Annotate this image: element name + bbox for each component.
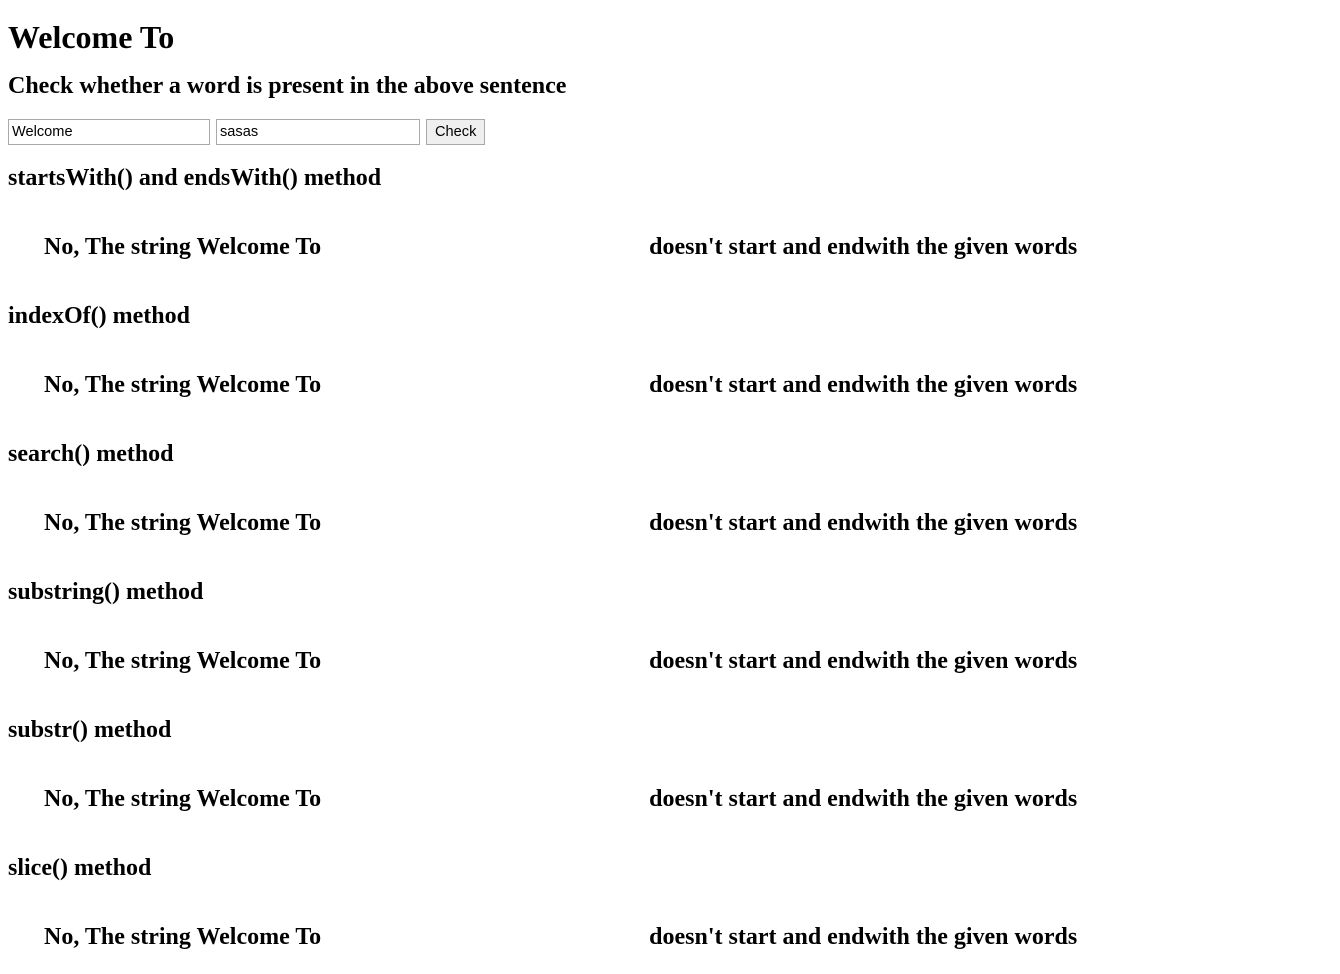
result-right-text: doesn't start and endwith the given word… — [649, 648, 1078, 674]
result-left-text: No, The string Welcome To — [44, 924, 322, 950]
result-left-text: No, The string Welcome To — [44, 234, 322, 260]
result-right-text: doesn't start and endwith the given word… — [649, 372, 1078, 398]
result-row: No, The string Welcome To doesn't start a… — [8, 763, 1332, 835]
result-row: No, The string Welcome To doesn't start a… — [8, 487, 1332, 559]
result-left-text: No, The string Welcome To — [44, 648, 322, 674]
result-row: No, The string Welcome To doesn't start a… — [8, 211, 1332, 283]
page-root: Welcome To Check whether a word is prese… — [0, 0, 1340, 973]
page-title: Welcome To — [8, 19, 175, 55]
result-right-text: doesn't start and endwith the given word… — [649, 234, 1078, 260]
method-heading-search: search() method — [8, 441, 174, 467]
check-form: Check — [8, 119, 1332, 145]
method-heading-startswith-endswith: startsWith() and endsWith() method — [8, 165, 382, 191]
word-input-primary[interactable] — [8, 119, 210, 145]
result-row: No, The string Welcome To doesn't start a… — [8, 625, 1332, 697]
word-input-secondary[interactable] — [216, 119, 420, 145]
result-row: No, The string Welcome To doesn't start a… — [8, 349, 1332, 421]
result-right-text: doesn't start and endwith the given word… — [649, 510, 1078, 536]
method-heading-substr: substr() method — [8, 717, 172, 743]
result-row: No, The string Welcome To doesn't start a… — [8, 901, 1332, 973]
page-subtitle: Check whether a word is present in the a… — [8, 73, 567, 99]
result-left-text: No, The string Welcome To — [44, 510, 322, 536]
result-left-text: No, The string Welcome To — [44, 786, 322, 812]
result-right-text: doesn't start and endwith the given word… — [649, 924, 1078, 950]
method-heading-substring: substring() method — [8, 579, 204, 605]
result-left-text: No, The string Welcome To — [44, 372, 322, 398]
check-button[interactable]: Check — [426, 119, 486, 145]
method-heading-indexof: indexOf() method — [8, 303, 190, 329]
result-right-text: doesn't start and endwith the given word… — [649, 786, 1078, 812]
method-heading-slice: slice() method — [8, 855, 152, 881]
results-section: startsWith() and endsWith() method No, T… — [8, 166, 1332, 973]
